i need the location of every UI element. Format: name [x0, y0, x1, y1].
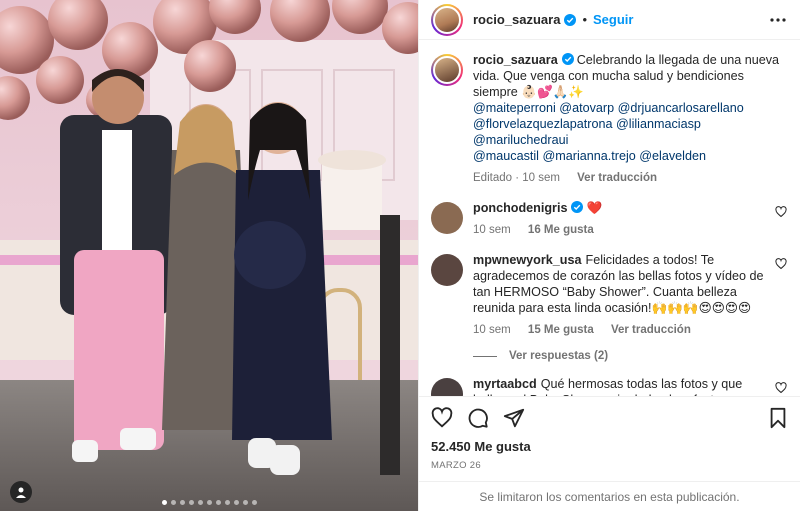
- photo-illustration: [0, 0, 418, 511]
- translate-link[interactable]: Ver traducción: [611, 324, 691, 336]
- caption-avatar[interactable]: [431, 54, 463, 86]
- caption-mentions-3[interactable]: @maucastil @marianna.trejo @elavelden: [473, 149, 706, 163]
- heart-icon[interactable]: [431, 407, 453, 429]
- comment-heart-icon[interactable]: [774, 382, 788, 394]
- comment-body: mpwnewyork_usa Felicidades a todos! Te ag…: [473, 252, 766, 338]
- view-replies-button[interactable]: Ver respuestas (2): [473, 350, 788, 362]
- header-separator: •: [582, 12, 587, 27]
- follow-button[interactable]: Seguir: [593, 12, 633, 27]
- carousel-dot[interactable]: [161, 500, 167, 505]
- more-icon[interactable]: [768, 10, 788, 30]
- caption-body: rocio_sazuara Celebrando la llegada de un…: [473, 52, 788, 186]
- comment: myrtaabcd Qué hermosas todas las fotos y …: [431, 376, 788, 396]
- save-icon[interactable]: [768, 407, 788, 429]
- comment-body: ponchodenigris ❤️ 10 sem 16 Me gusta: [473, 200, 766, 238]
- carousel-dot[interactable]: [206, 500, 212, 505]
- replies-divider: [473, 355, 497, 357]
- caption-time: Editado · 10 sem: [473, 172, 560, 184]
- comment-avatar[interactable]: [431, 378, 463, 396]
- action-bar: [431, 405, 788, 431]
- verified-icon: [564, 13, 577, 26]
- comment-meta: 10 sem 15 Me gusta Ver traducción: [473, 322, 766, 338]
- post-actions: 52.450 Me gusta MARZO 26: [419, 396, 800, 471]
- comment-avatar[interactable]: [431, 254, 463, 286]
- comment-likes[interactable]: 15 Me gusta: [528, 324, 594, 336]
- caption-meta: Editado · 10 sem Ver traducción: [473, 170, 788, 186]
- view-replies-label: Ver respuestas (2): [509, 350, 609, 362]
- comments-list: rocio_sazuara Celebrando la llegada de un…: [419, 40, 800, 396]
- comment-username[interactable]: myrtaabcd: [473, 377, 537, 391]
- carousel-dot[interactable]: [224, 500, 230, 505]
- carousel-dot[interactable]: [233, 500, 239, 505]
- comment-meta: 10 sem 16 Me gusta: [473, 222, 766, 238]
- verified-icon: [571, 201, 584, 213]
- caption-mentions-1[interactable]: @maiteperroni @atovarp @drjuancarlosarel…: [473, 101, 744, 115]
- avatar[interactable]: [431, 3, 463, 36]
- more-glyph: [770, 17, 786, 22]
- carousel-dot[interactable]: [242, 500, 248, 505]
- comment-likes[interactable]: 16 Me gusta: [528, 224, 594, 236]
- carousel-dot[interactable]: [215, 500, 221, 505]
- carousel-dot[interactable]: [197, 500, 203, 505]
- comment-username[interactable]: mpwnewyork_usa: [473, 253, 582, 267]
- post-photo[interactable]: [0, 0, 418, 511]
- carousel-dots[interactable]: [0, 500, 418, 505]
- post-header: rocio_sazuara • Seguir: [419, 0, 800, 40]
- translate-link[interactable]: Ver traducción: [577, 172, 657, 184]
- carousel-dot[interactable]: [179, 500, 185, 505]
- header-username[interactable]: rocio_sazuara: [473, 12, 560, 27]
- caption: rocio_sazuara Celebrando la llegada de un…: [431, 52, 788, 186]
- share-icon[interactable]: [503, 407, 525, 429]
- likes-count[interactable]: 52.450 Me gusta: [431, 439, 788, 454]
- carousel-dot[interactable]: [170, 500, 176, 505]
- verified-icon: [561, 53, 574, 65]
- comment-time: 10 sem: [473, 224, 511, 236]
- caption-mentions-2[interactable]: @florvelazquezlapatrona @lilianmaciasp @…: [473, 117, 701, 147]
- comment: ponchodenigris ❤️ 10 sem 16 Me gusta: [431, 200, 788, 238]
- comments-limited-notice: Se limitaron los comentarios en esta pub…: [419, 481, 800, 511]
- comment-heart-icon[interactable]: [774, 206, 788, 218]
- post-dialog: rocio_sazuara • Seguir rocio_sazuara Cel…: [0, 0, 800, 511]
- comment-text: ❤️: [586, 201, 603, 215]
- comment: mpwnewyork_usa Felicidades a todos! Te ag…: [431, 252, 788, 338]
- post-side-panel: rocio_sazuara • Seguir rocio_sazuara Cel…: [418, 0, 800, 511]
- post-date: MARZO 26: [431, 460, 481, 471]
- comment-heart-icon[interactable]: [774, 258, 788, 270]
- comment-icon[interactable]: [467, 407, 489, 429]
- comment-body: myrtaabcd Qué hermosas todas las fotos y …: [473, 376, 766, 396]
- comment-avatar[interactable]: [431, 202, 463, 234]
- caption-username[interactable]: rocio_sazuara: [473, 53, 558, 67]
- comment-username[interactable]: ponchodenigris: [473, 201, 567, 215]
- carousel-dot[interactable]: [251, 500, 257, 505]
- carousel-dot[interactable]: [188, 500, 194, 505]
- user-tag-glyph: [16, 487, 26, 498]
- comment-time: 10 sem: [473, 324, 511, 336]
